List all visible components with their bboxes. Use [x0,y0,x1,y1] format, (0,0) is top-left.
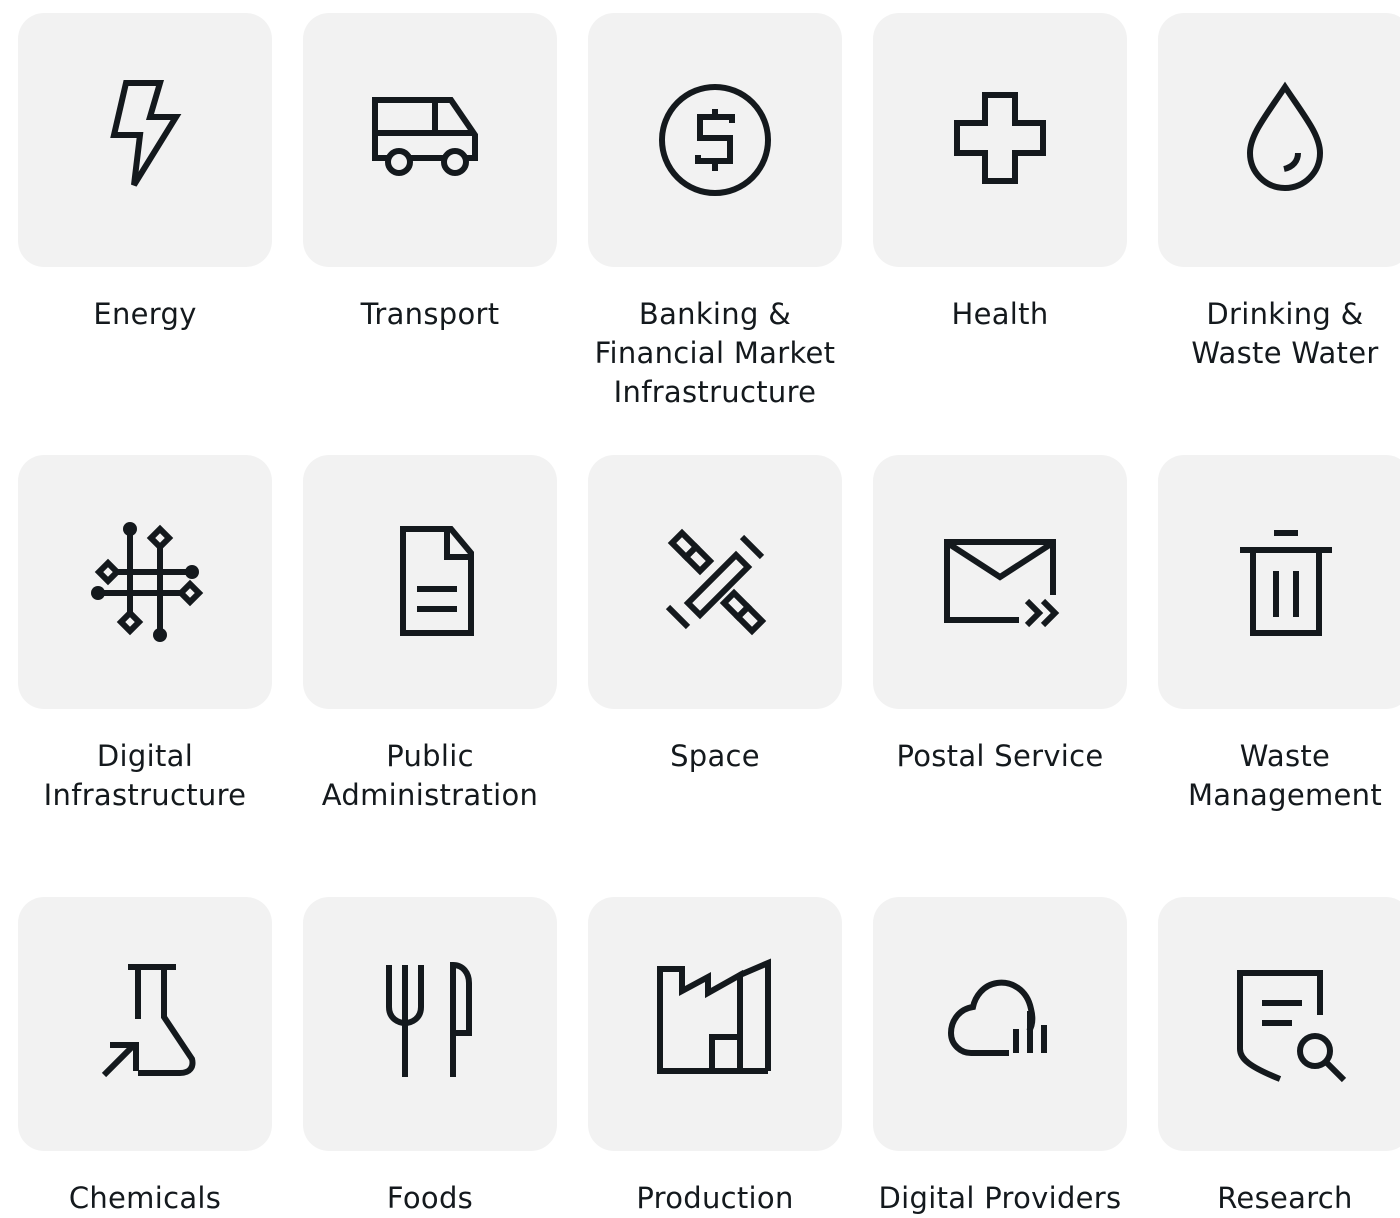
sector-postal-service[interactable]: Postal Service [873,455,1127,773]
dollar-coin-icon [659,84,771,196]
sector-research[interactable]: Research [1158,897,1400,1215]
sector-tile[interactable] [873,897,1127,1151]
sector-digital-infrastructure[interactable]: Digital Infrastructure [18,455,272,812]
sector-tile[interactable] [873,455,1127,709]
sector-tile[interactable] [303,897,557,1151]
sector-label: Banking & Financial Market Infrastructur… [594,297,836,409]
sector-label: Foods [386,1181,474,1215]
sector-tile[interactable] [588,897,842,1151]
sector-label: Health [951,297,1049,331]
sector-digital-providers[interactable]: Digital Providers [873,897,1127,1215]
trash-can-icon [1240,530,1332,636]
envelope-forward-icon [944,539,1060,628]
sector-tile[interactable] [1158,897,1400,1151]
sector-foods[interactable]: Foods [303,897,557,1215]
sector-label: Public Administration [321,739,539,812]
sector-tile[interactable] [588,455,842,709]
factory-icon [657,958,771,1074]
water-drop-icon [1246,81,1324,191]
sector-energy[interactable]: Energy [18,13,272,331]
sector-label: Postal Service [896,739,1104,773]
sector-tile[interactable] [1158,455,1400,709]
lightning-bolt-icon [110,80,182,187]
fork-knife-icon [386,961,472,1077]
sector-label: Production [636,1181,794,1215]
document-search-icon [1237,970,1347,1083]
sector-tile[interactable] [303,13,557,267]
sector-tile[interactable] [1158,13,1400,267]
sector-production[interactable]: Production [588,897,842,1215]
sector-public-administration[interactable]: Public Administration [303,455,557,812]
medical-cross-icon [954,92,1046,184]
sector-label: Research [1217,1181,1353,1215]
satellite-icon [665,528,767,636]
sector-label: Space [670,739,760,773]
sector-chemicals[interactable]: Chemicals [18,897,272,1215]
sector-label: Waste Management [1187,739,1383,812]
cloud-chart-icon [947,979,1047,1056]
sector-banking[interactable]: Banking & Financial Market Infrastructur… [588,13,842,409]
sector-tile[interactable] [18,897,272,1151]
sector-space[interactable]: Space [588,455,842,773]
van-icon [372,97,478,176]
sector-tile[interactable] [873,13,1127,267]
sector-tile[interactable] [303,455,557,709]
sector-water[interactable]: Drinking & Waste Water [1158,13,1400,370]
sector-transport[interactable]: Transport [303,13,557,331]
sector-grid: Energy Transport Banking & Financial Mar… [0,0,1400,1215]
sector-label: Transport [360,297,500,331]
sector-tile[interactable] [18,13,272,267]
sector-health[interactable]: Health [873,13,1127,331]
sector-waste-management[interactable]: Waste Management [1158,455,1400,812]
sector-label: Digital Providers [878,1181,1122,1215]
circuit-icon [91,522,204,642]
sector-tile[interactable] [588,13,842,267]
sector-tile[interactable] [18,455,272,709]
flask-icon [101,964,196,1078]
sector-label: Drinking & Waste Water [1191,297,1379,370]
document-icon [400,526,474,636]
